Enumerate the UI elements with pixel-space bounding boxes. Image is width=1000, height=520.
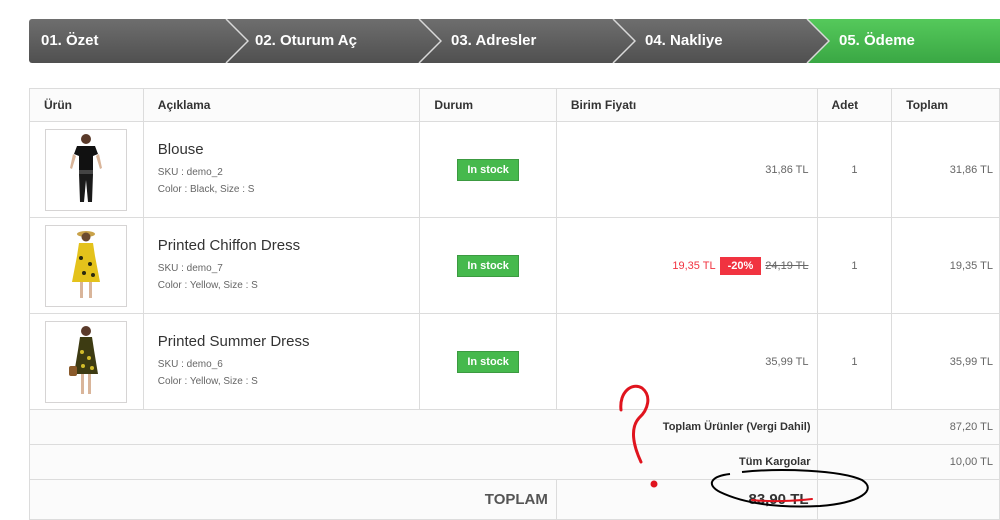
col-unit-price: Birim Fiyatı xyxy=(555,88,818,122)
table-row: Blouse SKU : demo_2 Color : Black, Size … xyxy=(29,121,1000,218)
unit-price: 31,86 TL xyxy=(765,163,809,176)
summary-shipping-row: Tüm Kargolar 10,00 TL xyxy=(29,444,1000,480)
discounted-price: 19,35 TL xyxy=(672,259,716,272)
step-login[interactable]: 02. Oturum Aç xyxy=(226,19,442,63)
grand-total-value: 83,90 TL xyxy=(555,479,818,520)
table-row: Printed Chiffon Dress SKU : demo_7 Color… xyxy=(29,217,1000,314)
step-separator-icon xyxy=(418,19,442,63)
step-addresses[interactable]: 03. Adresler xyxy=(419,19,636,63)
quantity: 1 xyxy=(816,217,893,314)
col-total: Toplam xyxy=(891,88,1000,122)
woman-figure-icon xyxy=(69,325,99,394)
col-description: Açıklama xyxy=(142,88,421,122)
step-separator-icon xyxy=(612,19,636,63)
step-shipping[interactable]: 04. Nakliye xyxy=(613,19,831,63)
product-name[interactable]: Printed Summer Dress xyxy=(158,333,419,350)
quantity: 1 xyxy=(816,121,893,218)
product-sku: SKU : demo_6 xyxy=(157,359,223,370)
quantity: 1 xyxy=(816,313,893,410)
step-addresses-label: 03. Adresler xyxy=(451,32,537,49)
shipping-total-label: Tüm Kargolar xyxy=(29,444,818,480)
summary-products-row: Toplam Ürünler (Vergi Dahil) 87,20 TL xyxy=(29,409,1000,445)
col-status: Durum xyxy=(419,88,557,122)
status-badge: In stock xyxy=(457,350,519,373)
product-attributes: Color : Black, Size : S xyxy=(157,184,255,195)
line-total: 31,86 TL xyxy=(891,121,1000,218)
step-summary[interactable]: 01. Özet xyxy=(29,19,250,63)
col-product: Ürün xyxy=(29,88,144,122)
products-total-label: Toplam Ürünler (Vergi Dahil) xyxy=(29,409,818,445)
checkout-steps: 01. Özet 02. Oturum Aç 03. Adresler 04. … xyxy=(29,19,1000,63)
product-sku: SKU : demo_2 xyxy=(157,167,223,178)
step-payment-label: 05. Ödeme xyxy=(839,32,915,49)
product-image-chiffon-dress[interactable] xyxy=(45,224,128,307)
col-qty: Adet xyxy=(816,88,893,122)
table-row: Printed Summer Dress SKU : demo_6 Color … xyxy=(29,313,1000,410)
product-attributes: Color : Yellow, Size : S xyxy=(157,376,258,387)
status-badge: In stock xyxy=(457,158,519,181)
product-name[interactable]: Blouse xyxy=(158,141,419,158)
step-shipping-label: 04. Nakliye xyxy=(645,32,723,49)
line-total: 35,99 TL xyxy=(891,313,1000,410)
product-image-blouse[interactable] xyxy=(45,128,128,211)
step-payment[interactable]: 05. Ödeme xyxy=(807,19,1000,63)
woman-figure-icon xyxy=(72,230,101,298)
cart-table: Ürün Açıklama Durum Birim Fiyatı Adet To… xyxy=(29,88,1000,520)
woman-figure-icon xyxy=(70,133,103,202)
step-separator-icon xyxy=(806,19,830,63)
product-image-summer-dress[interactable] xyxy=(45,320,128,403)
old-price: 24,19 TL xyxy=(765,259,809,272)
shipping-total-value: 10,00 TL xyxy=(816,444,1000,480)
step-summary-label: 01. Özet xyxy=(41,32,99,49)
discount-badge: -20% xyxy=(719,256,762,275)
step-separator-icon xyxy=(225,19,249,63)
product-name[interactable]: Printed Chiffon Dress xyxy=(158,237,419,254)
unit-price: 35,99 TL xyxy=(765,355,809,368)
status-badge: In stock xyxy=(457,254,519,277)
grand-total-row: TOPLAM 83,90 TL xyxy=(29,479,1000,520)
products-total-value: 87,20 TL xyxy=(816,409,1000,445)
grand-total-label: TOPLAM xyxy=(29,479,557,520)
line-total: 19,35 TL xyxy=(891,217,1000,314)
product-attributes: Color : Yellow, Size : S xyxy=(157,280,258,291)
product-sku: SKU : demo_7 xyxy=(157,263,223,274)
table-header: Ürün Açıklama Durum Birim Fiyatı Adet To… xyxy=(29,88,1000,122)
step-login-label: 02. Oturum Aç xyxy=(255,32,357,49)
